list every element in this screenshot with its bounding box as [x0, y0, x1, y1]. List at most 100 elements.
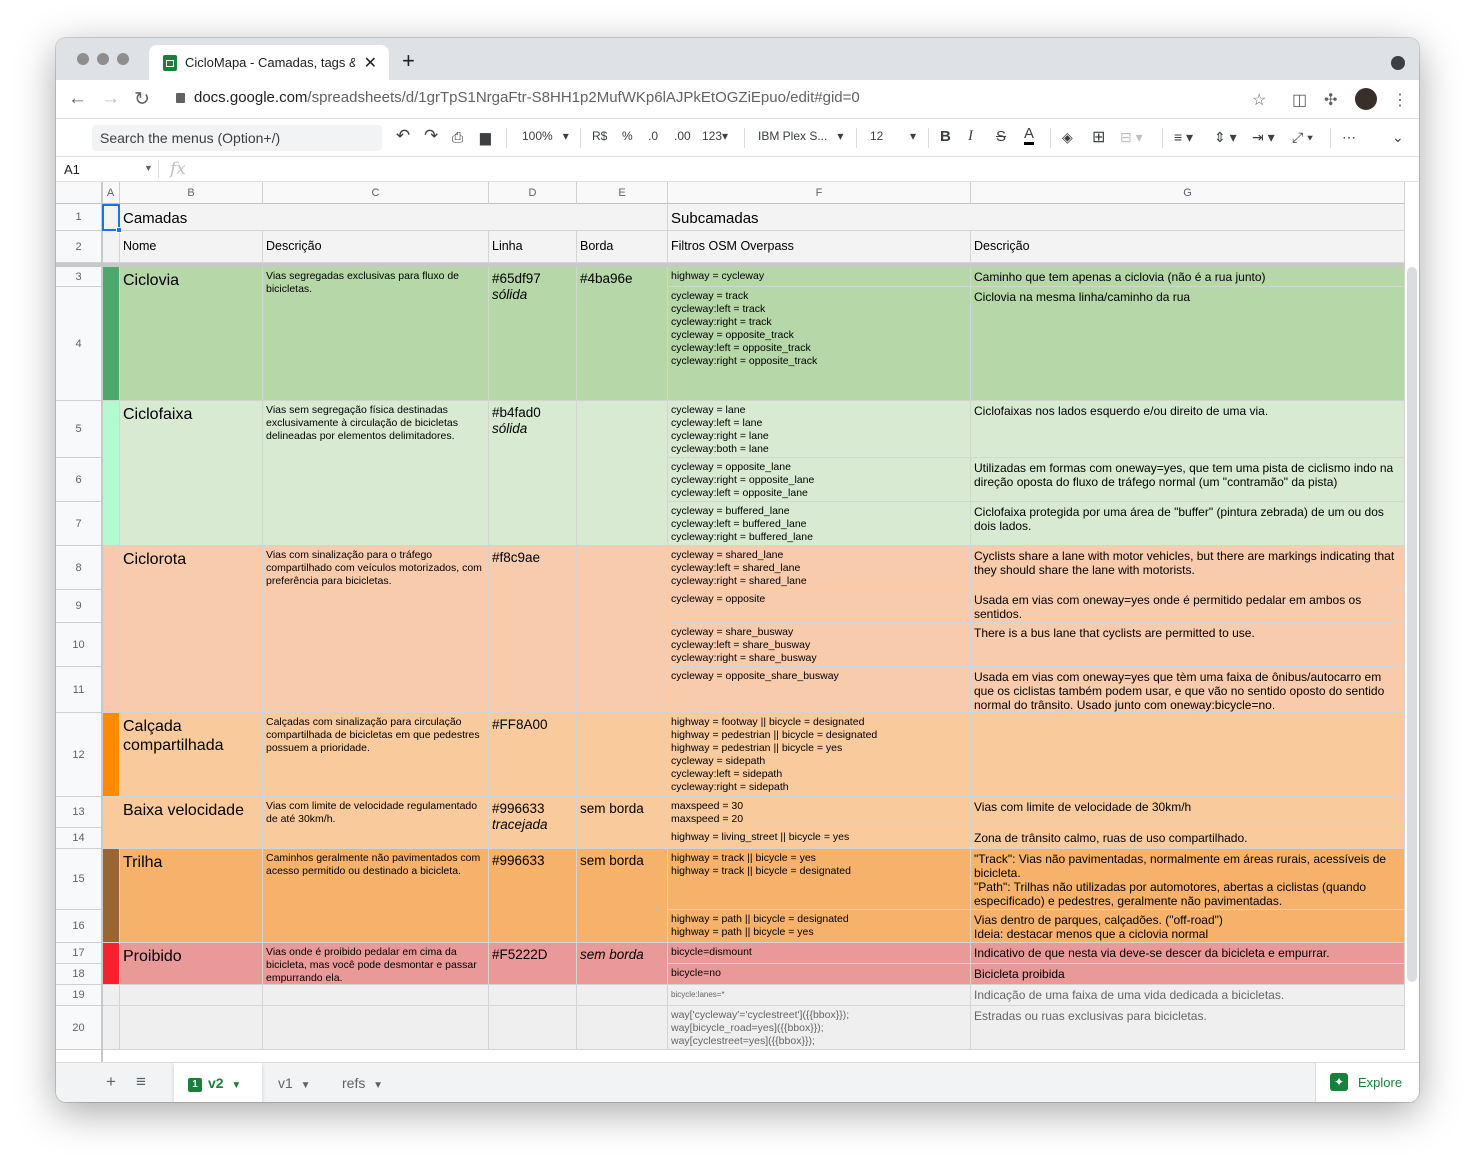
row-header[interactable]: 13 [56, 797, 102, 828]
cell-d20[interactable] [489, 1006, 577, 1050]
name-box-dropdown-icon[interactable]: ▼ [144, 163, 153, 173]
cell-d19[interactable] [489, 985, 577, 1006]
more-options-icon[interactable]: ⋯ [1342, 129, 1356, 146]
osm-filter[interactable]: cycleway = share_busway cycleway:left = … [668, 623, 971, 667]
name-box[interactable]: A1 [64, 162, 80, 177]
osm-filter[interactable]: highway = cycleway [668, 267, 971, 287]
sublayer-description[interactable]: Utilizadas em formas com oneway=yes, que… [971, 458, 1405, 502]
row-header[interactable]: 17 [56, 943, 102, 964]
cell-c20[interactable] [263, 1006, 489, 1050]
more-formats-button[interactable]: 123▾ [702, 129, 728, 143]
forward-arrow-icon[interactable]: → [101, 88, 120, 110]
tab-close-icon[interactable]: ✕ [364, 53, 377, 73]
layer-name[interactable]: Ciclorota [120, 546, 263, 713]
url-text[interactable]: docs.google.com/spreadsheets/d/1grTpS1Nr… [194, 89, 860, 106]
paint-format-icon[interactable]: ▆ [480, 129, 491, 146]
osm-filter[interactable]: maxspeed = 30 maxspeed = 20 [668, 797, 971, 828]
row-header[interactable]: 4 [56, 287, 102, 401]
layer-description[interactable]: Caminhos geralmente não pavimentados com… [263, 849, 489, 943]
maximize-window-button[interactable] [117, 53, 129, 65]
row-header[interactable]: 12 [56, 713, 102, 797]
border-color[interactable]: sem borda [577, 797, 668, 849]
select-all-corner[interactable] [56, 182, 102, 204]
column-header-e[interactable]: E [577, 182, 668, 204]
sublayer-description[interactable]: Caminho que tem apenas a ciclovia (não é… [971, 267, 1405, 287]
osm-filter[interactable]: cycleway = opposite_lane cycleway:right … [668, 458, 971, 502]
border-color[interactable] [577, 546, 668, 713]
baixa-color-band[interactable] [102, 797, 120, 849]
sublayer-description[interactable]: Usada em vias com oneway=yes que tèm uma… [971, 667, 1405, 713]
row-header[interactable]: 1 [56, 204, 102, 231]
sublayer-description[interactable]: Cyclists share a lane with motor vehicle… [971, 546, 1405, 590]
frozen-rows-divider[interactable] [56, 263, 1405, 267]
sublayer-description[interactable]: Estradas ou ruas exclusivas para bicicle… [971, 1006, 1405, 1050]
sublayer-description[interactable]: Bicicleta proibida [971, 964, 1405, 985]
osm-filter[interactable]: way['cycleway'='cyclestreet']({{bbox}});… [668, 1006, 971, 1050]
sublayer-description[interactable]: Ciclofaixa protegida por uma área de "bu… [971, 502, 1405, 546]
fill-color-icon[interactable]: ◈ [1062, 129, 1073, 146]
sublayer-description[interactable]: There is a bus lane that cyclists are pe… [971, 623, 1405, 667]
filtros-column-header[interactable]: Filtros OSM Overpass [668, 231, 971, 263]
pocket-icon[interactable]: ◫ [1292, 90, 1307, 110]
osm-filter[interactable]: bicycle=dismount [668, 943, 971, 964]
redo-icon[interactable]: ↷ [424, 126, 438, 146]
row-header[interactable]: 14 [56, 828, 102, 849]
sublayer-description[interactable]: Indicação de uma faixa de uma vida dedic… [971, 985, 1405, 1006]
text-color-button[interactable]: A [1024, 126, 1035, 145]
border-color[interactable]: sem borda [577, 943, 668, 985]
horizontal-align-icon[interactable]: ≡ ▾ [1174, 129, 1193, 146]
column-header-b[interactable]: B [120, 182, 263, 204]
osm-filter[interactable]: cycleway = track cycleway:left = track c… [668, 287, 971, 401]
line-color-cell[interactable]: #b4fad0 sólida [489, 401, 577, 546]
text-wrap-icon[interactable]: ⇥ ▾ [1252, 129, 1275, 146]
line-color[interactable]: #996633 [489, 849, 577, 943]
currency-format-button[interactable]: R$ [592, 129, 607, 143]
osm-filter[interactable]: cycleway = opposite [668, 590, 971, 623]
row-header[interactable]: 5 [56, 401, 102, 458]
percent-format-button[interactable]: % [622, 129, 633, 143]
reload-icon[interactable]: ↻ [134, 88, 150, 111]
layer-description[interactable]: Vias onde é proibido pedalar em cima da … [263, 943, 489, 985]
layer-name[interactable]: Calçada compartilhada [120, 713, 263, 797]
osm-filter[interactable]: cycleway = opposite_share_busway [668, 667, 971, 713]
column-header-g[interactable]: G [971, 182, 1405, 204]
line-color-cell[interactable]: #996633 tracejada [489, 797, 577, 849]
ciclofaixa-color-band[interactable] [102, 401, 120, 546]
new-tab-button[interactable]: + [402, 48, 415, 74]
cell-b20[interactable] [120, 1006, 263, 1050]
font-family-select[interactable]: IBM Plex S... ▾ [758, 129, 843, 143]
osm-filter[interactable]: highway = footway || bicycle = designate… [668, 713, 971, 797]
cell-e19[interactable] [577, 985, 668, 1006]
trilha-color-band[interactable] [102, 849, 120, 943]
collapse-toolbar-chevron-icon[interactable]: ⌄ [1392, 129, 1404, 146]
border-color[interactable] [577, 401, 668, 546]
camadas-header[interactable]: Camadas [120, 204, 668, 231]
border-color[interactable]: #4ba96e [577, 267, 668, 401]
borda-column-header[interactable]: Borda [577, 231, 668, 263]
cell-e20[interactable] [577, 1006, 668, 1050]
layer-name[interactable]: Ciclofaixa [120, 401, 263, 546]
sheet-tab-v1[interactable]: v1 ▼ [264, 1063, 328, 1102]
vertical-scrollbar[interactable] [1407, 267, 1417, 982]
fill-handle[interactable] [116, 227, 122, 233]
line-color-cell[interactable]: #65df97 sólida [489, 267, 577, 401]
column-header-a[interactable]: A [102, 182, 120, 204]
tab-search-icon[interactable] [1391, 56, 1405, 70]
row-header[interactable]: 15 [56, 849, 102, 910]
cell-b19[interactable] [120, 985, 263, 1006]
layer-description[interactable]: Calçadas com sinalização para circulação… [263, 713, 489, 797]
sublayer-description[interactable]: Indicativo de que nesta via deve-se desc… [971, 943, 1405, 964]
sublayer-description[interactable]: Ciclofaixas nos lados esquerdo e/ou dire… [971, 401, 1405, 458]
add-sheet-button[interactable]: + [106, 1072, 116, 1092]
browser-tab[interactable]: CicloMapa - Camadas, tags & Overpass ✕ [149, 45, 389, 80]
merge-cells-icon[interactable]: ⊟ ▾ [1120, 129, 1143, 146]
sublayer-description[interactable]: Zona de trânsito calmo, ruas de uso comp… [971, 828, 1405, 849]
column-header-f[interactable]: F [668, 182, 971, 204]
ciclovia-color-band[interactable] [102, 267, 120, 401]
vertical-align-icon[interactable]: ⇕ ▾ [1214, 129, 1237, 146]
osm-filter[interactable]: bicycle=no [668, 964, 971, 985]
osm-filter[interactable]: cycleway = shared_lane cycleway:left = s… [668, 546, 971, 590]
layer-name[interactable]: Trilha [120, 849, 263, 943]
sublayer-description[interactable]: Usada em vias com oneway=yes onde é perm… [971, 590, 1405, 623]
strikethrough-button[interactable]: S [996, 128, 1006, 145]
